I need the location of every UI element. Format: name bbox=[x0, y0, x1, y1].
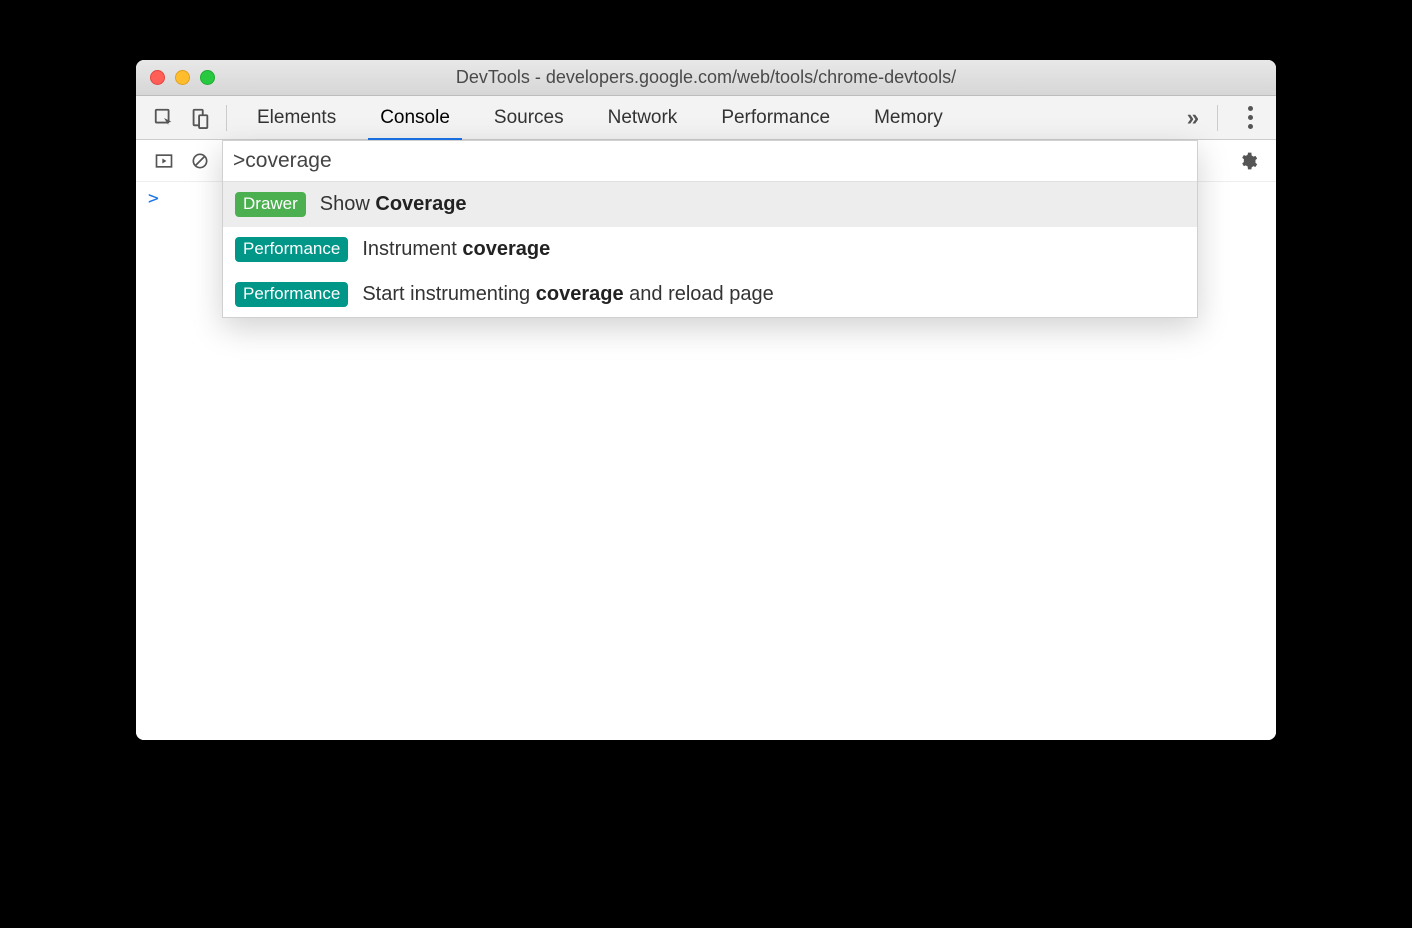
command-palette-input-row bbox=[223, 141, 1197, 182]
window-controls bbox=[150, 70, 215, 85]
more-tabs-icon[interactable]: » bbox=[1177, 105, 1209, 131]
minimize-window-button[interactable] bbox=[175, 70, 190, 85]
command-palette-input[interactable] bbox=[233, 149, 1187, 173]
zoom-window-button[interactable] bbox=[200, 70, 215, 85]
command-palette-item[interactable]: Performance Instrument coverage bbox=[223, 227, 1197, 272]
tab-sources[interactable]: Sources bbox=[472, 96, 586, 140]
devtools-window: DevTools - developers.google.com/web/too… bbox=[136, 60, 1276, 740]
tab-network[interactable]: Network bbox=[586, 96, 700, 140]
window-title: DevTools - developers.google.com/web/too… bbox=[148, 67, 1264, 88]
badge-performance: Performance bbox=[235, 282, 348, 307]
tab-performance[interactable]: Performance bbox=[699, 96, 852, 140]
device-toggle-icon[interactable] bbox=[182, 100, 218, 136]
command-palette: Drawer Show Coverage Performance Instrum… bbox=[222, 140, 1198, 318]
badge-performance: Performance bbox=[235, 237, 348, 262]
settings-menu-icon[interactable] bbox=[1234, 100, 1266, 136]
command-palette-item[interactable]: Performance Start instrumenting coverage… bbox=[223, 272, 1197, 317]
command-palette-item[interactable]: Drawer Show Coverage bbox=[223, 182, 1197, 227]
command-palette-list: Drawer Show Coverage Performance Instrum… bbox=[223, 182, 1197, 317]
command-palette-item-text: Instrument coverage bbox=[362, 238, 550, 261]
clear-console-icon[interactable] bbox=[182, 143, 218, 179]
separator bbox=[226, 105, 227, 131]
devtools-tabbar: Elements Console Sources Network Perform… bbox=[136, 96, 1276, 140]
inspect-element-icon[interactable] bbox=[146, 100, 182, 136]
tab-elements[interactable]: Elements bbox=[235, 96, 358, 140]
command-palette-item-text: Show Coverage bbox=[320, 193, 467, 216]
tab-console[interactable]: Console bbox=[358, 96, 472, 140]
tab-memory[interactable]: Memory bbox=[852, 96, 965, 140]
toggle-sidebar-icon[interactable] bbox=[146, 143, 182, 179]
badge-drawer: Drawer bbox=[235, 192, 306, 217]
gear-icon[interactable] bbox=[1230, 143, 1266, 179]
separator bbox=[1217, 105, 1218, 131]
command-palette-item-text: Start instrumenting coverage and reload … bbox=[362, 283, 773, 306]
titlebar: DevTools - developers.google.com/web/too… bbox=[136, 60, 1276, 96]
close-window-button[interactable] bbox=[150, 70, 165, 85]
